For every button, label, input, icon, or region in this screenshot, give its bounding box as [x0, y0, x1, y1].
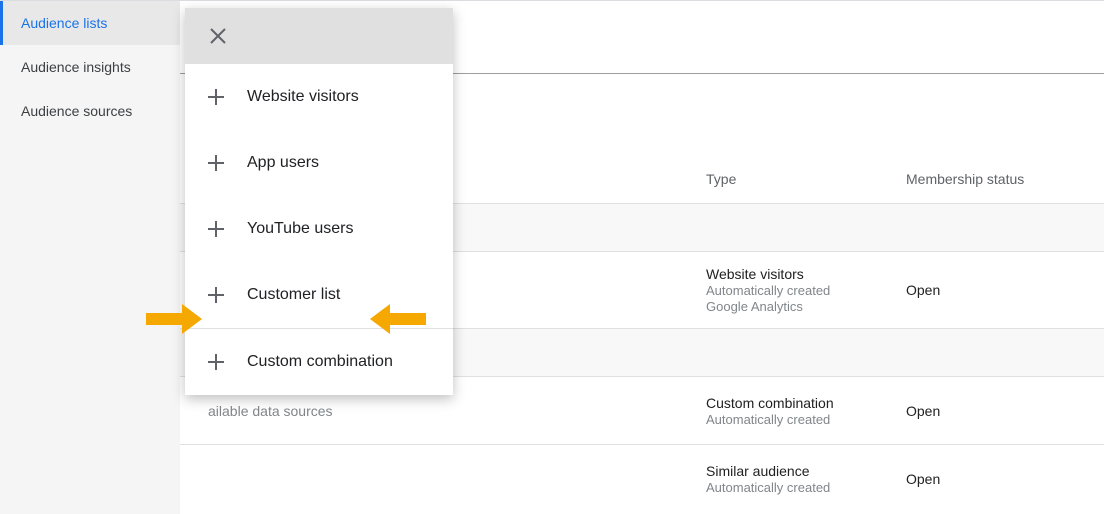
menu-item-label: App users [247, 154, 319, 172]
plus-icon [207, 88, 225, 106]
create-audience-menu: Website visitors App users YouTube users… [185, 8, 453, 395]
popup-header [185, 8, 453, 64]
menu-item-label: YouTube users [247, 220, 353, 238]
sidebar-item-label: Audience insights [21, 59, 131, 75]
type-primary: Custom combination [706, 395, 906, 411]
name-fragment: ailable data sources [208, 403, 333, 419]
menu-item-website-visitors[interactable]: Website visitors [185, 64, 453, 130]
status-cell: Open [906, 282, 1076, 298]
table-row[interactable]: Similar audience Automatically created O… [180, 445, 1104, 513]
type-secondary: Automatically created [706, 412, 906, 427]
menu-item-app-users[interactable]: App users [185, 130, 453, 196]
sidebar-item-audience-sources[interactable]: Audience sources [0, 89, 180, 133]
type-secondary: Google Analytics [706, 299, 906, 314]
plus-icon [207, 154, 225, 172]
plus-icon [207, 353, 225, 371]
sidebar-item-audience-insights[interactable]: Audience insights [0, 45, 180, 89]
menu-item-label: Customer list [247, 286, 340, 304]
menu-item-label: Website visitors [247, 88, 359, 106]
status-cell: Open [906, 403, 1076, 419]
sidebar-item-label: Audience lists [21, 15, 107, 31]
type-secondary: Automatically created [706, 283, 906, 298]
type-primary: Similar audience [706, 463, 906, 479]
menu-item-youtube-users[interactable]: YouTube users [185, 196, 453, 262]
column-header-type[interactable]: Type [706, 171, 906, 187]
sidebar: Audience lists Audience insights Audienc… [0, 1, 180, 514]
main-content: Audience lists Type Membership status We… [180, 1, 1104, 514]
annotation-arrow-left [146, 304, 202, 334]
menu-item-label: Custom combination [247, 353, 393, 371]
type-secondary: Automatically created [706, 480, 906, 495]
menu-item-custom-combination[interactable]: Custom combination [185, 329, 453, 395]
status-cell: Open [906, 471, 1076, 487]
plus-icon [207, 286, 225, 304]
type-primary: Website visitors [706, 266, 906, 282]
plus-icon [207, 220, 225, 238]
sidebar-item-label: Audience sources [21, 103, 132, 119]
close-icon[interactable] [209, 27, 227, 45]
column-header-status[interactable]: Membership status [906, 171, 1076, 187]
annotation-arrow-right [370, 304, 426, 334]
sidebar-item-audience-lists[interactable]: Audience lists [0, 1, 180, 45]
